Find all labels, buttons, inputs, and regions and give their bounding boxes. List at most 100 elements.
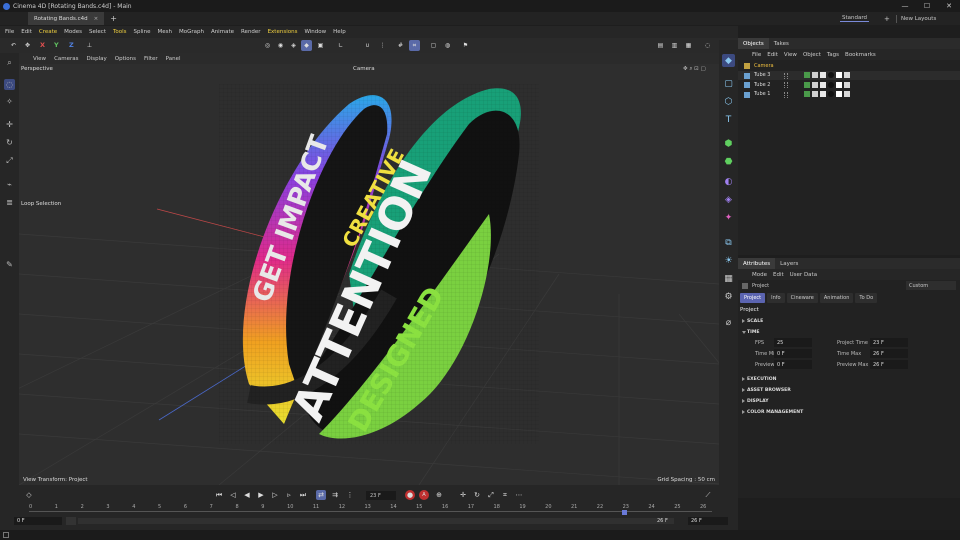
next-key-icon[interactable]: ▹ xyxy=(284,490,294,500)
object-name[interactable]: Tube 1 xyxy=(754,91,770,97)
menu-item-render[interactable]: Render xyxy=(241,29,261,35)
preview-end-field[interactable]: 26 F xyxy=(654,517,676,525)
viewport-menu-options[interactable]: Options xyxy=(115,56,136,62)
tab-objects[interactable]: Objects xyxy=(738,38,769,49)
search-icon[interactable]: ⌕ xyxy=(4,57,15,68)
keyframe-mode-icon[interactable]: ◇ xyxy=(24,490,34,500)
end-frame-field[interactable]: 26 F xyxy=(688,517,728,525)
tab-layers[interactable]: Layers xyxy=(775,258,803,269)
attributes-menu-user-data[interactable]: User Data xyxy=(790,272,817,278)
menu-item-modes[interactable]: Modes xyxy=(64,29,82,35)
menu-item-window[interactable]: Window xyxy=(304,29,326,35)
z-axis-toggle[interactable]: Z xyxy=(69,41,74,49)
close-button[interactable]: ✕ xyxy=(938,0,960,12)
render-view-icon[interactable]: ▤ xyxy=(655,40,666,51)
execution-section[interactable]: EXECUTION xyxy=(738,374,960,385)
material-tag-icon[interactable] xyxy=(804,72,810,79)
material-tag-icon[interactable] xyxy=(828,91,834,98)
material-tag-icon[interactable] xyxy=(804,91,810,98)
live-selection-icon[interactable]: ✧ xyxy=(4,96,15,107)
material-tag-icon[interactable] xyxy=(836,72,842,79)
maximize-button[interactable]: ☐ xyxy=(916,0,938,12)
material-tag-icon[interactable] xyxy=(804,81,810,88)
snap-icon[interactable]: ∪ xyxy=(362,40,373,51)
y-axis-toggle[interactable]: Y xyxy=(54,41,59,49)
redshift-icon[interactable]: ◌ xyxy=(702,40,713,51)
next-frame-icon[interactable]: ▷ xyxy=(270,490,280,500)
menu-item-extensions[interactable]: Extensions xyxy=(268,29,298,35)
menu-item-help[interactable]: Help xyxy=(333,29,346,35)
viewport-menu-view[interactable]: View xyxy=(33,56,46,62)
viewport-menu-display[interactable]: Display xyxy=(87,56,107,62)
uv-mode-icon[interactable]: ▣ xyxy=(315,40,326,51)
scale-section[interactable]: SCALE xyxy=(738,316,960,327)
selection-tool-icon[interactable]: ◌ xyxy=(4,79,15,90)
color-management-section[interactable]: COLOR MANAGEMENT xyxy=(738,407,960,418)
object-name[interactable]: Tube 3 xyxy=(754,72,770,78)
deformer-icon[interactable]: ◐ xyxy=(722,175,735,188)
menu-item-edit[interactable]: Edit xyxy=(21,29,32,35)
preview-max-field[interactable]: 26 F xyxy=(870,360,908,369)
generator-icon[interactable]: ⬢ xyxy=(722,137,735,150)
autokey-icon[interactable]: A xyxy=(419,490,429,500)
material-tag-icon[interactable] xyxy=(820,81,826,88)
mograph-icon[interactable]: ✦ xyxy=(722,211,735,224)
loop-icon[interactable]: ⇄ xyxy=(316,490,326,500)
material-tag-icon[interactable] xyxy=(844,81,850,88)
preview-start-handle[interactable] xyxy=(66,517,76,525)
workplane-icon[interactable]: # xyxy=(395,40,406,51)
timeline-ruler[interactable]: 0 1 2 3 4 5 6 7 8 9 10 11 12 13 14 15 16 17 18 19 20 21 22 23 24… xyxy=(29,504,712,516)
scene-object-icon[interactable]: ▦ xyxy=(722,272,735,285)
current-frame-field[interactable]: 23 F xyxy=(366,491,396,500)
points-mode-icon[interactable]: ◉ xyxy=(275,40,286,51)
axis-mode-icon[interactable]: ∟ xyxy=(335,40,346,51)
render-settings-icon[interactable]: ⚑ xyxy=(460,40,471,51)
scale-icon[interactable]: ⤢ xyxy=(4,155,15,166)
fps-settings-icon[interactable]: ⋮ xyxy=(345,490,355,500)
field-icon[interactable]: ◈ xyxy=(722,193,735,206)
render-queue-icon[interactable]: ▦ xyxy=(683,40,694,51)
close-tab-icon[interactable]: × xyxy=(94,16,99,22)
objects-menu-view[interactable]: View xyxy=(784,52,797,58)
menu-item-mesh[interactable]: Mesh xyxy=(157,29,171,35)
playhead-marker[interactable] xyxy=(621,510,627,515)
objects-menu-edit[interactable]: Edit xyxy=(767,52,778,58)
material-tag-icon[interactable] xyxy=(828,72,834,79)
material-tag-icon[interactable] xyxy=(820,91,826,98)
subtab-project[interactable]: Project xyxy=(740,293,766,303)
x-axis-toggle[interactable]: X xyxy=(40,41,45,49)
time-max-field[interactable]: 26 F xyxy=(870,349,908,358)
attributes-menu-edit[interactable]: Edit xyxy=(773,272,784,278)
record-icon[interactable]: ● xyxy=(405,490,415,500)
material-tag-icon[interactable] xyxy=(836,81,842,88)
object-row-tube-2[interactable]: Tube 2 xyxy=(738,80,960,90)
go-to-start-icon[interactable]: ⏮ xyxy=(214,490,224,500)
scale-key-icon[interactable]: ⤢ xyxy=(486,490,496,500)
objects-menu-bookmarks[interactable]: Bookmarks xyxy=(845,52,876,58)
cube-object-icon[interactable]: ◆ xyxy=(722,54,735,67)
menu-item-create[interactable]: Create xyxy=(39,29,57,35)
object-row-tube-3[interactable]: Tube 3 xyxy=(738,70,960,80)
material-tag-icon[interactable] xyxy=(812,91,818,98)
fps-field[interactable]: 25 xyxy=(774,338,812,347)
material-tag-icon[interactable] xyxy=(844,91,850,98)
menu-item-mograph[interactable]: MoGraph xyxy=(179,29,204,35)
menu-item-tools[interactable]: Tools xyxy=(113,29,127,35)
subtab-to-do[interactable]: To Do xyxy=(855,293,878,303)
visibility-dots[interactable] xyxy=(784,82,788,88)
objects-menu-object[interactable]: Object xyxy=(803,52,821,58)
timeline-window-icon[interactable]: ⟋ xyxy=(703,490,713,500)
coordinate-system-icon[interactable]: ⊥ xyxy=(84,40,95,51)
subdivision-icon[interactable]: ⬣ xyxy=(722,155,735,168)
floor-object-icon[interactable]: ⚙ xyxy=(722,290,735,303)
material-tag-icon[interactable] xyxy=(844,72,850,79)
visibility-dots[interactable] xyxy=(784,72,788,79)
playback-rate-icon[interactable]: ⇉ xyxy=(330,490,340,500)
rotate-icon[interactable]: ↻ xyxy=(4,137,15,148)
play-icon[interactable]: ▶ xyxy=(256,490,266,500)
object-name[interactable]: Tube 2 xyxy=(754,82,770,88)
objects-menu-file[interactable]: File xyxy=(752,52,761,58)
previous-frame-icon[interactable]: ◀ xyxy=(242,490,252,500)
subtab-cineware[interactable]: Cineware xyxy=(786,293,818,303)
viewport-perspective-label[interactable]: Perspective xyxy=(21,66,53,72)
